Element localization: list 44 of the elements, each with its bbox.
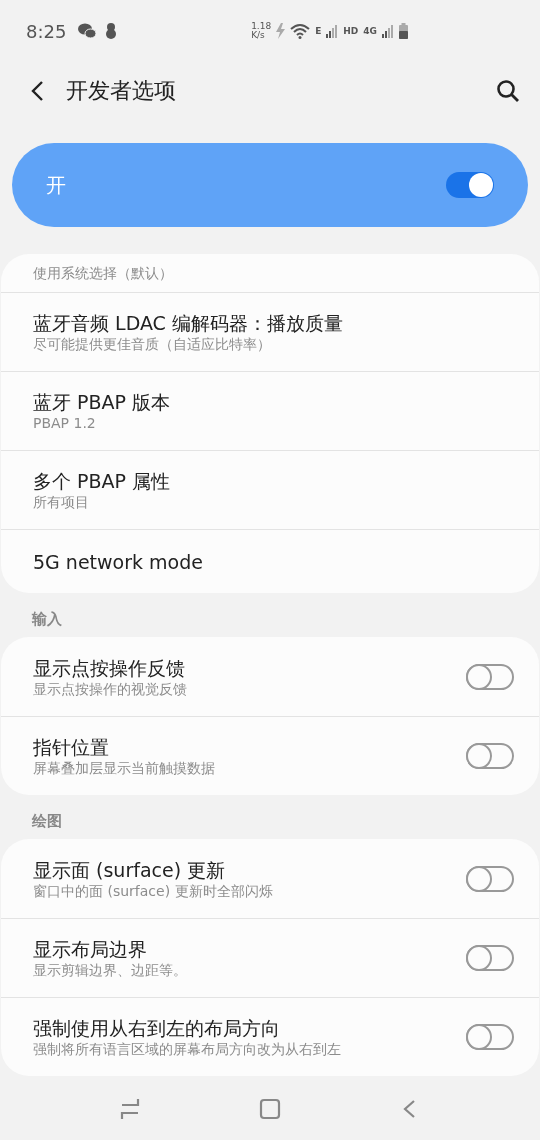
setting-title[interactable]: 强制使用从右到左的布局方向 xyxy=(33,1016,466,1040)
home-icon[interactable] xyxy=(258,1097,282,1121)
toggle-switch[interactable] xyxy=(446,172,494,198)
network-type-label: 4G xyxy=(363,26,377,36)
section-header: 绘图 xyxy=(31,811,63,832)
setting-summary: 显示点按操作的视觉反馈 xyxy=(33,679,188,698)
setting-title[interactable]: 显示布局边界 xyxy=(33,937,466,961)
network-type-label: E xyxy=(315,26,322,36)
setting-title[interactable]: 显示面 (surface) 更新 xyxy=(33,857,466,882)
setting-summary: 所有项目 xyxy=(33,493,90,511)
setting-summary: 窗口中的面 (surface) 更新时全部闪烁 xyxy=(33,881,274,900)
section-header: 输入 xyxy=(30,609,63,630)
recents-icon[interactable] xyxy=(118,1097,142,1121)
wifi-icon xyxy=(290,23,311,39)
hd-label: HD xyxy=(343,26,359,36)
setting-title[interactable]: 蓝牙音频 LDAC 编解码器：播放质量 xyxy=(33,311,514,335)
chat-bubbles-icon xyxy=(78,23,97,39)
speed-value: 1.18 xyxy=(251,22,272,31)
setting-title[interactable]: 显示点按操作反馈 xyxy=(33,655,466,680)
setting-summary: PBAP 1.2 xyxy=(33,414,97,432)
setting-summary: 尽可能提供更佳音质（自适应比特率） xyxy=(33,335,272,353)
toggle-switch[interactable] xyxy=(466,743,514,769)
setting-summary: 显示剪辑边界、边距等。 xyxy=(33,961,188,979)
toggle-switch[interactable] xyxy=(466,865,514,892)
setting-summary: 使用系统选择（默认） xyxy=(33,264,174,282)
setting-title[interactable]: 多个 PBAP 属性 xyxy=(33,469,514,493)
battery-icon xyxy=(399,23,408,39)
setting-title[interactable]: 蓝牙 PBAP 版本 xyxy=(33,390,514,414)
setting-title[interactable]: 5G network mode xyxy=(33,549,514,574)
setting-summary: 屏幕叠加层显示当前触摸数据 xyxy=(33,759,216,777)
signal-icon xyxy=(326,24,339,38)
signal-icon xyxy=(382,24,394,38)
status-time: 8:25 xyxy=(26,20,67,42)
master-switch-label: 开 xyxy=(46,171,67,199)
search-icon[interactable] xyxy=(496,79,520,103)
setting-summary: 强制将所有语言区域的屏幕布局方向改为从右到左 xyxy=(33,1040,342,1058)
toggle-switch[interactable] xyxy=(466,1024,514,1050)
toggle-switch[interactable] xyxy=(466,945,514,971)
speed-unit: K/s xyxy=(251,31,266,40)
back-icon[interactable] xyxy=(30,80,44,102)
page-title: 开发者选项 xyxy=(66,77,177,105)
bolt-icon xyxy=(276,23,286,39)
setting-title[interactable]: 指针位置 xyxy=(33,735,466,759)
toggle-switch[interactable] xyxy=(466,663,514,690)
